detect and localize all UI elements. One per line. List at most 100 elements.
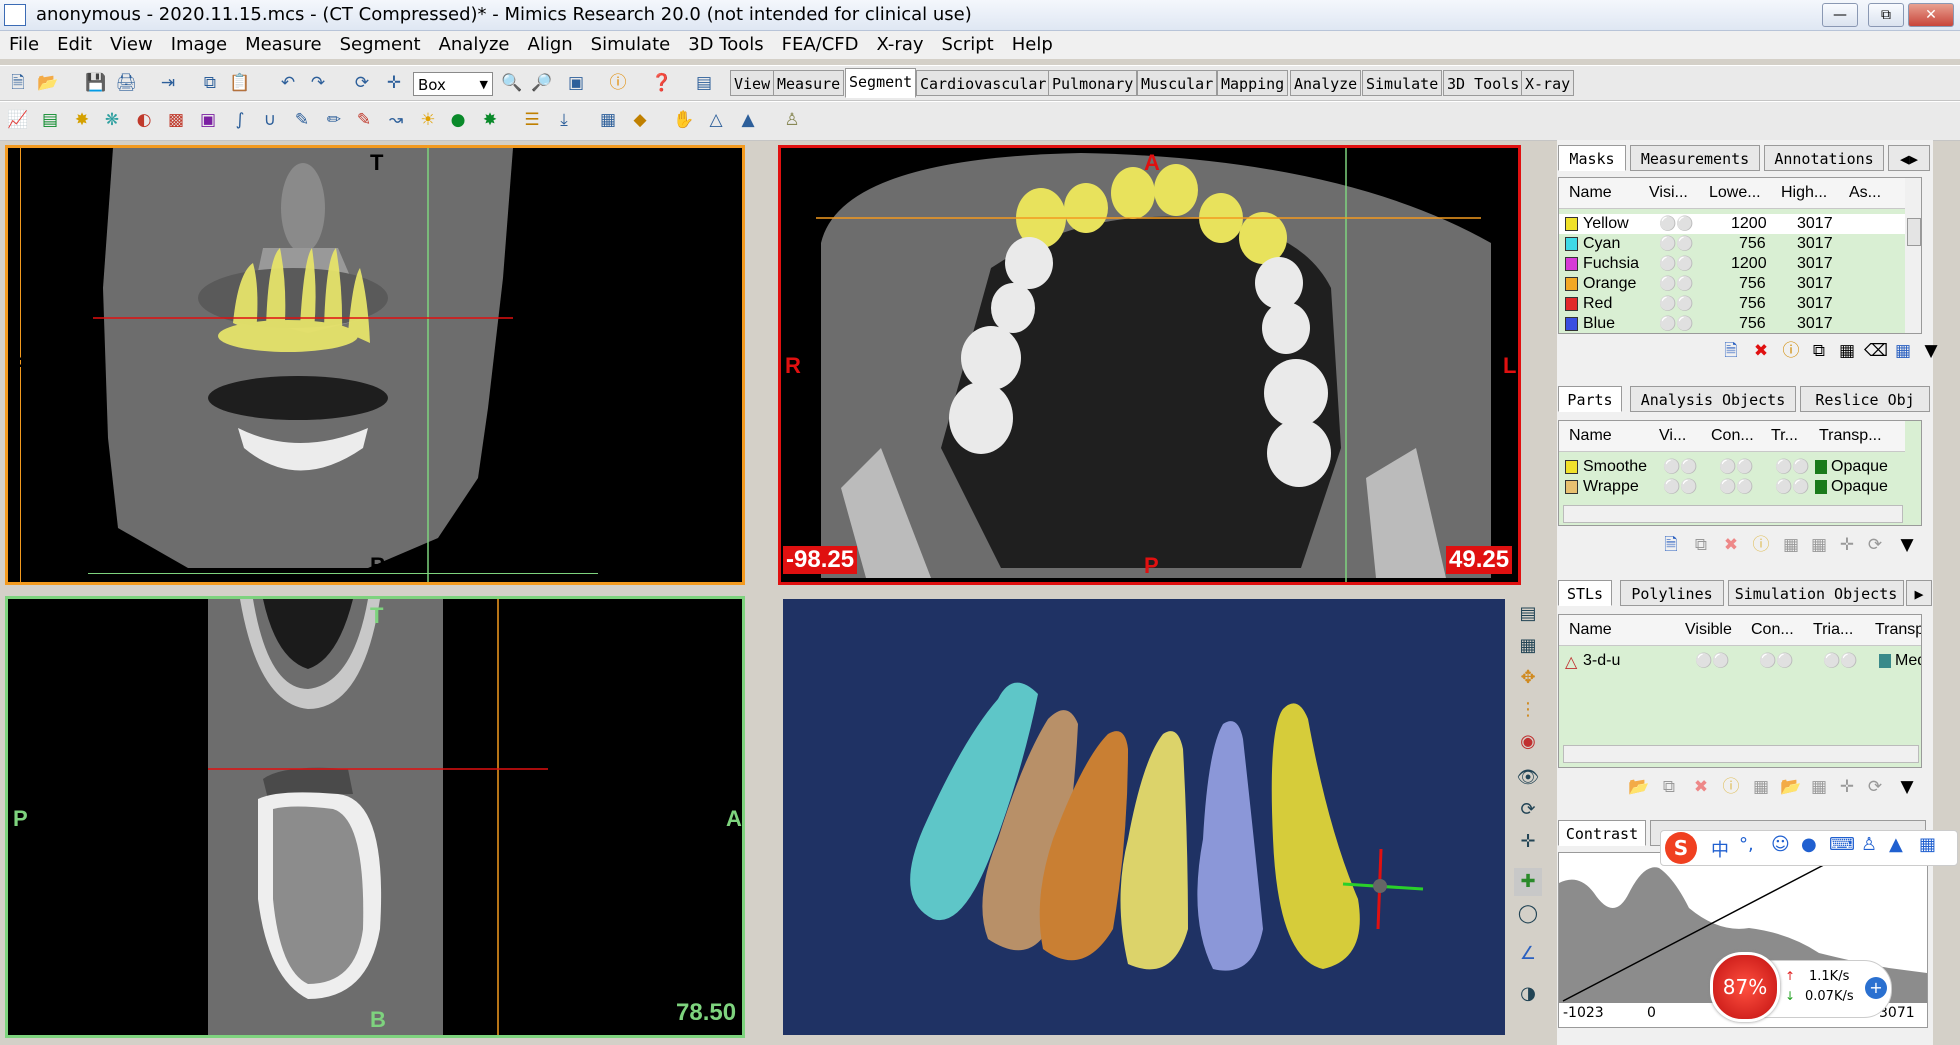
glasses-icon[interactable]: ◯ xyxy=(1514,900,1542,928)
axial-view[interactable]: A P R L -98.25 49.25 xyxy=(778,145,1521,585)
open-folder-icon[interactable]: 📂 xyxy=(36,71,60,95)
duplicate-part-icon[interactable]: ⧉ xyxy=(1690,534,1712,556)
column-lower[interactable]: Lowe... xyxy=(1709,184,1761,202)
visible-glasses-icon[interactable]: ⚪⚪ xyxy=(1659,215,1694,232)
tab-measurements[interactable]: Measurements xyxy=(1630,145,1760,171)
mask-properties-icon[interactable]: ▦ xyxy=(1836,340,1858,362)
dynamic-region-icon[interactable]: ❋ xyxy=(100,108,124,132)
column-transparency[interactable]: Transp xyxy=(1875,621,1921,639)
tab-analyze[interactable]: Analyze xyxy=(1290,70,1362,96)
measure-angle-icon[interactable]: ∠ xyxy=(1514,940,1542,968)
open-stl-icon[interactable]: 📂 xyxy=(1628,776,1650,798)
duplicate-mask-icon[interactable]: ⧉ xyxy=(1808,340,1830,362)
tab-3d-tools[interactable]: 3D Tools xyxy=(1443,70,1524,96)
mask-row-orange[interactable]: Orange ⚪⚪ 756 3017 xyxy=(1559,274,1905,294)
view-layout-icon[interactable]: ▤ xyxy=(1514,600,1542,628)
new-part-icon[interactable]: 🗎 xyxy=(1660,534,1682,556)
edit-mask-icon[interactable]: ▣ xyxy=(196,108,220,132)
column-visible[interactable]: Vi... xyxy=(1659,427,1686,445)
tab-view[interactable]: View xyxy=(730,70,775,96)
menu-measure[interactable]: Measure xyxy=(236,31,331,55)
tab-simulate[interactable]: Simulate xyxy=(1362,70,1443,96)
visible-glasses-icon[interactable]: ⚪⚪ xyxy=(1659,275,1694,292)
tab-polylines[interactable]: Polylines xyxy=(1620,580,1724,606)
sagittal-view[interactable]: T B P A 78.50 xyxy=(5,596,745,1038)
erase-mask-icon[interactable]: ⌫ xyxy=(1864,340,1888,362)
mask-row-blue[interactable]: Blue ⚪⚪ 756 3017 xyxy=(1559,314,1905,333)
view-3d[interactable] xyxy=(780,596,1508,1038)
profile-line-icon[interactable]: 📈 xyxy=(6,108,30,132)
column-transparency[interactable]: Transp... xyxy=(1819,427,1882,445)
stls-h-scrollbar[interactable] xyxy=(1563,745,1919,763)
surface-3d-icon[interactable]: △ xyxy=(704,108,728,132)
part-rotate-icon[interactable]: ⟳ xyxy=(1864,534,1886,556)
region-grow-icon[interactable]: ✸ xyxy=(70,108,94,132)
axes-toggle-icon[interactable]: ✚ xyxy=(1514,868,1542,896)
column-triangles[interactable]: Tr... xyxy=(1771,427,1798,445)
minimize-button[interactable]: — xyxy=(1822,3,1858,27)
mask-row-fuchsia[interactable]: Fuchsia ⚪⚪ 1200 3017 xyxy=(1559,254,1905,274)
tab-stls[interactable]: STLs xyxy=(1558,580,1612,606)
tab-reslice-objects[interactable]: Reslice Obj xyxy=(1800,386,1930,412)
menu-image[interactable]: Image xyxy=(162,31,236,55)
tab-cardiovascular[interactable]: Cardiovascular xyxy=(916,70,1051,96)
tab-mapping[interactable]: Mapping xyxy=(1217,70,1289,96)
select-mode-dropdown[interactable]: Box ▼ xyxy=(413,72,493,96)
points-icon[interactable]: ⋮ xyxy=(1514,696,1542,724)
duplicate-stl-icon[interactable]: ⧉ xyxy=(1658,776,1680,798)
stl-export-icon[interactable]: ▦ xyxy=(1808,776,1830,798)
tag-icon[interactable]: ◆ xyxy=(628,108,652,132)
new-file-icon[interactable]: 🗎 xyxy=(6,71,30,95)
skin-icon[interactable]: ▲ xyxy=(1889,834,1903,855)
triangle-glasses-icon[interactable]: ⚪⚪ xyxy=(1775,478,1810,495)
column-name[interactable]: Name xyxy=(1569,184,1612,202)
hand-icon[interactable]: ✋ xyxy=(672,108,696,132)
punctuation-icon[interactable]: °, xyxy=(1739,834,1754,855)
eye-icon[interactable]: 👁 xyxy=(1514,764,1542,792)
parts-h-scrollbar[interactable] xyxy=(1563,505,1903,523)
tab-scroll-arrows[interactable]: ◀▶ xyxy=(1888,145,1930,171)
contrast-icon[interactable]: ◑ xyxy=(1514,980,1542,1008)
stl-rotate-icon[interactable]: ⟳ xyxy=(1864,776,1886,798)
memory-usage-ball[interactable]: 87% xyxy=(1710,952,1780,1022)
tab-simulation-objects[interactable]: Simulation Objects xyxy=(1728,580,1904,606)
column-name[interactable]: Name xyxy=(1569,427,1612,445)
rotate-3d-icon[interactable]: ⟳ xyxy=(1514,796,1542,824)
mask-row-yellow[interactable]: Yellow ⚪⚪ 1200 3017 xyxy=(1559,214,1905,234)
menu-x-ray[interactable]: X-ray xyxy=(867,31,932,55)
masks-scrollbar[interactable] xyxy=(1905,178,1921,333)
export-icon[interactable]: ⤓ xyxy=(552,108,576,132)
stl-folder-icon[interactable]: 📂 xyxy=(1780,776,1802,798)
person-icon[interactable]: ♙ xyxy=(780,108,804,132)
ime-toolbar[interactable]: S 中 °, ☺ ● ⌨ ♙ ▲ ▦ xyxy=(1660,830,1958,866)
maximize-button[interactable]: ⧉ xyxy=(1868,3,1904,27)
more-options-icon[interactable]: ▼ xyxy=(1896,776,1918,798)
column-assign[interactable]: As... xyxy=(1849,184,1881,202)
layout-icon[interactable]: ▤ xyxy=(692,71,716,95)
voice-icon[interactable]: ● xyxy=(1801,834,1817,855)
part-export-icon[interactable]: ▦ xyxy=(1808,534,1830,556)
multiple-slice-icon[interactable]: ▩ xyxy=(164,108,188,132)
cube-icon[interactable]: ▦ xyxy=(596,108,620,132)
calculate-part-icon[interactable]: ● xyxy=(446,108,470,132)
new-mask-icon[interactable]: 🗎 xyxy=(1720,340,1742,362)
menu-3d-tools[interactable]: 3D Tools xyxy=(679,31,772,55)
boolean-icon[interactable]: ∪ xyxy=(258,108,282,132)
add-icon[interactable]: + xyxy=(1865,977,1887,999)
visible-glasses-icon[interactable]: ⚪⚪ xyxy=(1663,458,1698,475)
contour-glasses-icon[interactable]: ⚪⚪ xyxy=(1719,478,1754,495)
visible-glasses-icon[interactable]: ⚪⚪ xyxy=(1663,478,1698,495)
delete-part-icon[interactable]: ✖ xyxy=(1720,534,1742,556)
column-contour[interactable]: Con... xyxy=(1751,621,1794,639)
zoom-icon[interactable]: 🔍 xyxy=(500,71,524,95)
copy-icon[interactable]: ⧉ xyxy=(198,71,222,95)
tab-contrast[interactable]: Contrast xyxy=(1558,820,1646,846)
menu-segment[interactable]: Segment xyxy=(331,31,430,55)
cube-view-icon[interactable]: ▦ xyxy=(1514,632,1542,660)
visible-glasses-icon[interactable]: ⚪⚪ xyxy=(1659,255,1694,272)
threshold-icon[interactable]: ▤ xyxy=(38,108,62,132)
visible-glasses-icon[interactable]: ⚪⚪ xyxy=(1659,315,1694,332)
stl-row[interactable]: △ 3-d-u ⚪⚪ ⚪⚪ ⚪⚪ Med xyxy=(1559,651,1921,671)
tab-x-ray[interactable]: X-ray xyxy=(1521,70,1575,96)
menu-edit[interactable]: Edit xyxy=(48,31,101,55)
